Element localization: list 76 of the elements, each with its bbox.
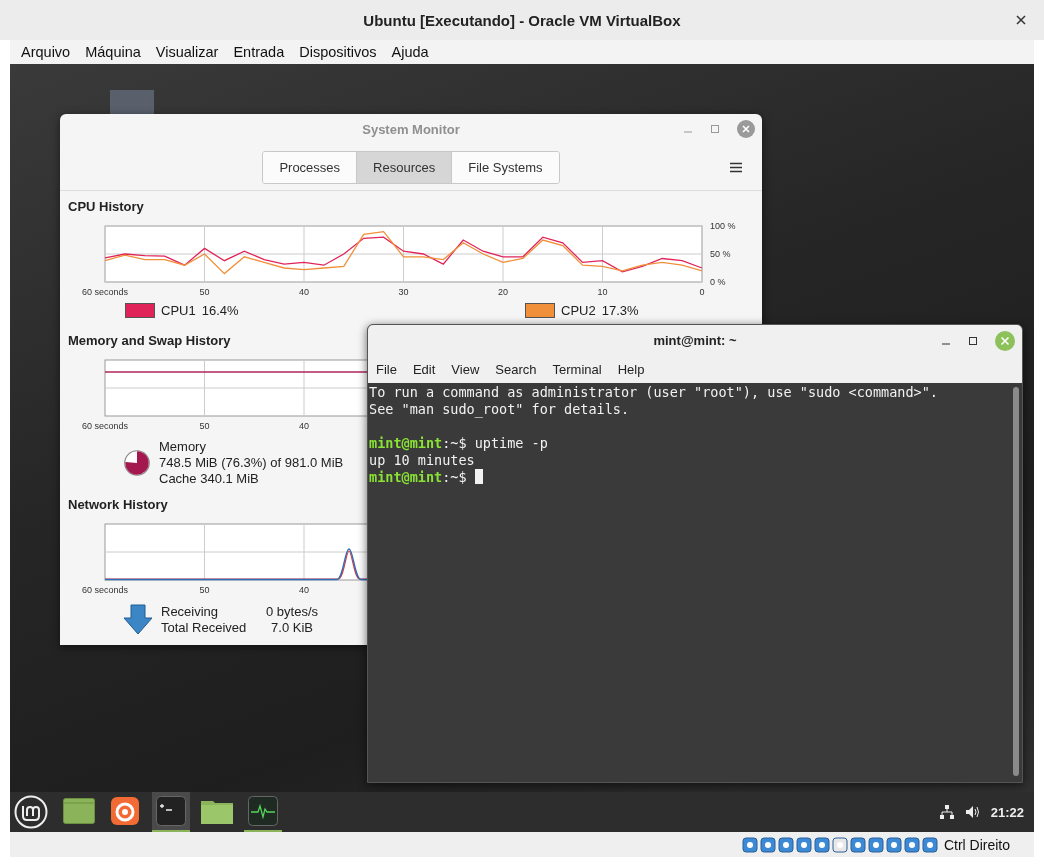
scrollbar[interactable] [1013, 387, 1019, 776]
axis-tick-label: 0 % [710, 277, 726, 287]
network-value: 7.0 KiB [270, 620, 314, 636]
activity-graph-icon [248, 796, 278, 826]
cpu-reading: 17.3% [601, 302, 639, 318]
menu-item[interactable]: Ajuda [391, 44, 429, 60]
axis-tick-label: 40 [299, 421, 309, 431]
terminal-line: See "man sudo_root" for details. [369, 401, 631, 418]
axis-tick-label: 60 seconds [82, 421, 128, 431]
axis-tick-label: 50 % [710, 249, 731, 259]
window-title: mint@mint: ~ [653, 332, 737, 348]
terminal-line: up 10 minutes [369, 452, 476, 469]
memory-label: Memory [159, 439, 207, 455]
menu-item[interactable]: Arquivo [21, 44, 71, 60]
legend-swatch[interactable] [125, 302, 155, 318]
menu-item[interactable]: Help [617, 361, 645, 377]
taskbar-button[interactable] [152, 792, 190, 832]
section-heading: Memory and Swap History [68, 333, 231, 348]
host-key-label: Ctrl Direito [943, 836, 1010, 853]
menu-item[interactable]: Dispositivos [299, 44, 377, 60]
axis-tick-label: 50 [199, 287, 210, 297]
menu-logo-icon[interactable] [14, 795, 48, 829]
clock[interactable]: 21:22 [990, 804, 1024, 820]
cpu-reading: 16.4% [201, 302, 239, 318]
axis-tick-label: 40 [299, 287, 309, 297]
close-icon[interactable] [737, 120, 755, 138]
folder-icon [201, 798, 233, 824]
menu-item[interactable]: File [376, 361, 397, 377]
terminal-line: To run a command as administrator (user "root"), use "sudo <command>". [369, 384, 939, 401]
axis-tick-label: 20 [498, 287, 508, 297]
axis-tick-label: 50 [199, 421, 210, 431]
prompt-user: mint@mint [369, 435, 443, 451]
axis-tick-label: 50 [199, 585, 210, 595]
section-heading: Network History [68, 497, 168, 512]
close-icon [1016, 15, 1026, 25]
window-title: Ubuntu [Executando] - Oracle VM VirtualBox [363, 11, 681, 29]
terminal-icon [156, 796, 186, 826]
legend-label: CPU2 [561, 302, 596, 318]
axis-tick-label: 30 [398, 287, 409, 297]
prompt-path: :~$ [442, 469, 467, 485]
menu-item[interactable]: Search [495, 361, 537, 377]
prompt-path: :~$ [442, 435, 467, 451]
axis-tick-label: 60 seconds [82, 287, 128, 297]
browser-icon [111, 797, 139, 825]
terminal-command: uptime -p [474, 435, 548, 451]
menu-item[interactable]: Terminal [552, 361, 602, 377]
tab[interactable]: Processes [263, 151, 358, 183]
axis-tick-label: 40 [299, 585, 309, 595]
network-label: Receiving [161, 604, 220, 620]
window-title: System Monitor [362, 121, 460, 137]
axis-tick-label: 0 [699, 287, 705, 297]
window-icon [63, 798, 95, 824]
prompt-user: mint@mint [369, 469, 443, 485]
memory-usage: 748.5 MiB (76.3%) of 981.0 MiB [159, 455, 344, 471]
cache-usage: Cache 340.1 MiB [159, 471, 260, 487]
menu-item[interactable]: Máquina [85, 44, 141, 60]
menu-item[interactable]: Entrada [233, 44, 285, 60]
axis-tick-label: 60 seconds [82, 585, 128, 595]
volume-icon[interactable] [964, 804, 981, 820]
close-button[interactable] [1016, 15, 1026, 25]
axis-tick-label: 100 % [710, 221, 736, 231]
maximize-icon[interactable] [968, 336, 978, 346]
legend-label: CPU1 [161, 302, 196, 318]
blank-square-icon[interactable] [831, 836, 848, 853]
menu-item[interactable]: Visualizar [155, 44, 219, 60]
section-heading: CPU History [68, 199, 144, 214]
terminal-output-area[interactable]: To run a command as administrator (user "root"), use "sudo <command>". See "man sudo_root" for details. mint@mint:~$ uptime -p up 10 minutes mint@mint:~$ [368, 383, 1022, 782]
axis-tick-label: 10 [597, 287, 608, 297]
tab[interactable]: Resources [357, 151, 453, 183]
menu-icon[interactable] [730, 162, 742, 173]
network-value: 0 bytes/s [266, 604, 319, 620]
legend-swatch[interactable] [525, 302, 555, 318]
menu-item[interactable]: View [451, 361, 480, 377]
tab[interactable]: File Systems [452, 151, 559, 183]
network-label: Total Received [161, 620, 248, 636]
menu-item[interactable]: Edit [412, 361, 436, 377]
